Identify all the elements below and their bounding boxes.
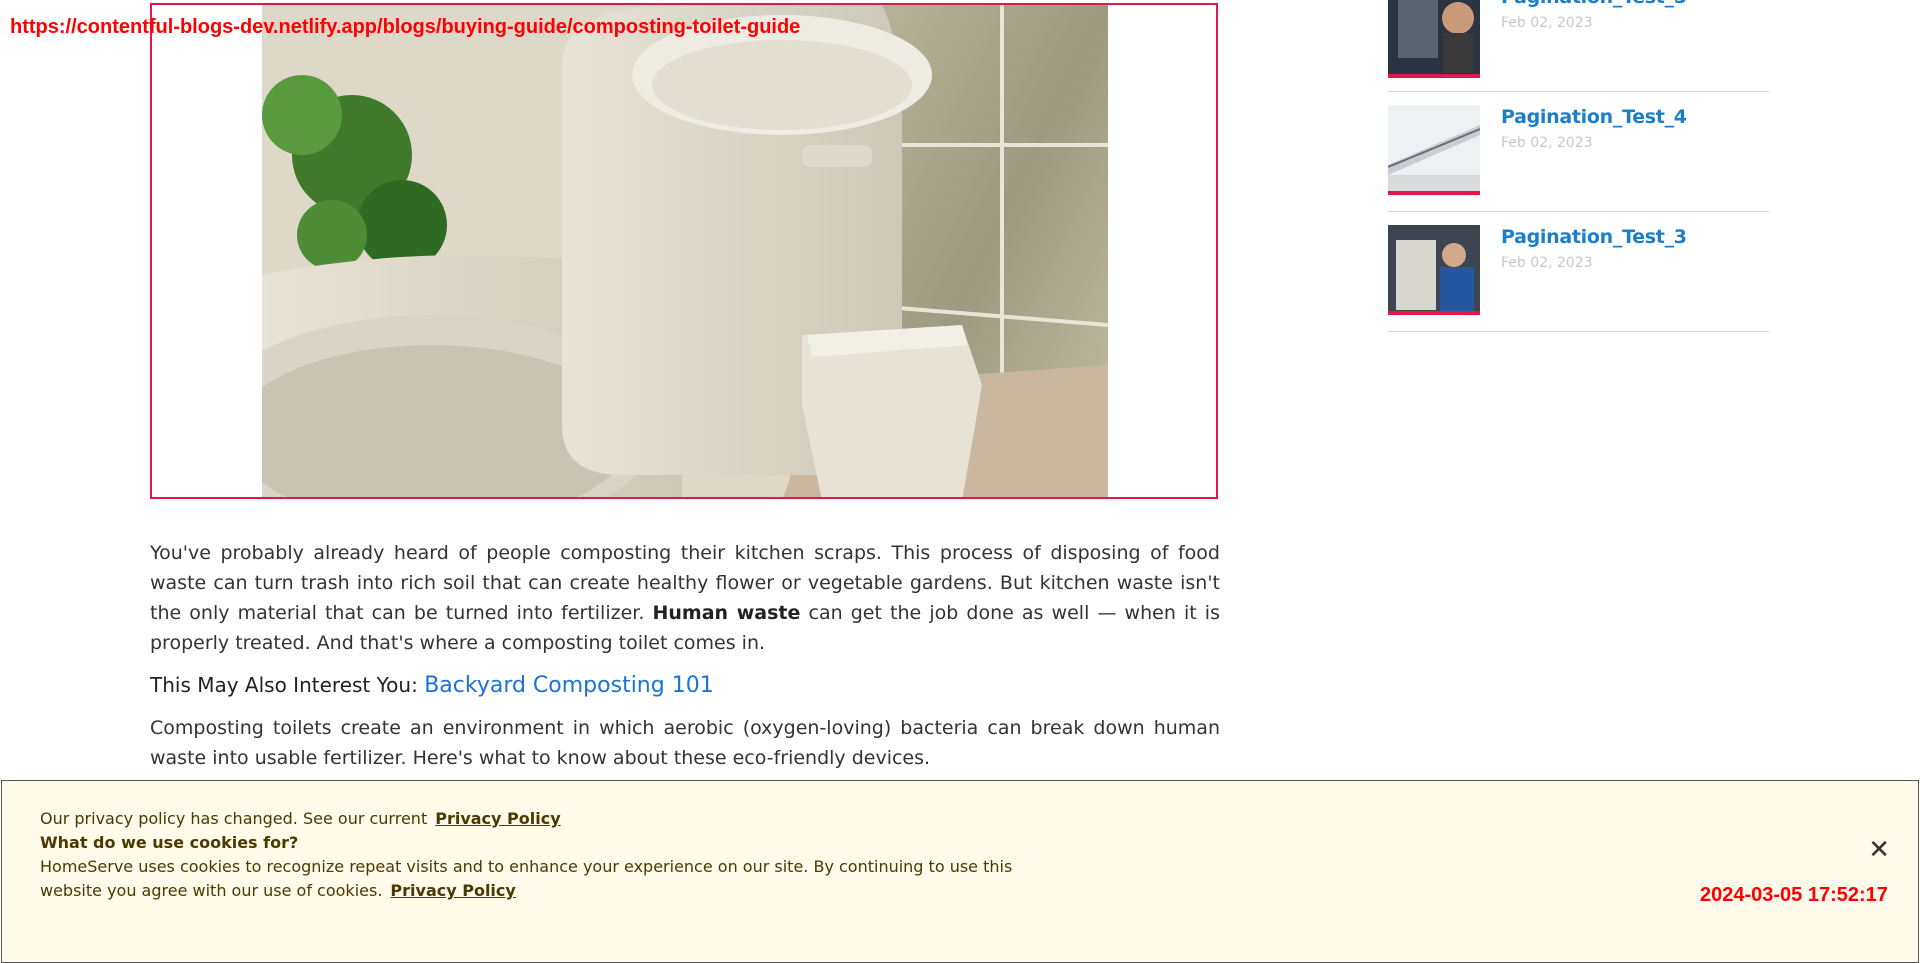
related-label: This May Also Interest You: [150, 673, 425, 697]
post-date: Feb 02, 2023 [1501, 15, 1593, 31]
cookie-banner: Our privacy policy has changed. See our … [1, 780, 1919, 963]
post-thumbnail[interactable] [1388, 105, 1480, 195]
related-article-link[interactable]: Backyard Composting 101 [424, 673, 714, 698]
timestamp-overlay: 2024-03-05 17:52:17 [1700, 884, 1888, 906]
post-date: Feb 02, 2023 [1501, 135, 1593, 151]
sidebar-post-item[interactable]: Pagination_Test_5 Feb 02, 2023 [1388, 0, 1770, 92]
post-title[interactable]: Pagination_Test_4 [1501, 106, 1687, 128]
post-title[interactable]: Pagination_Test_3 [1501, 226, 1687, 248]
close-icon[interactable]: ✕ [1868, 835, 1890, 865]
post-title[interactable]: Pagination_Test_5 [1501, 0, 1687, 8]
thumbnail-image [1388, 0, 1480, 74]
sidebar-post-item[interactable]: Pagination_Test_4 Feb 02, 2023 [1388, 92, 1770, 212]
article-paragraph-1: You've probably already heard of people … [150, 538, 1220, 658]
cookie-policy-line: Our privacy policy has changed. See our … [40, 807, 1030, 831]
article-body: You've probably already heard of people … [150, 538, 1220, 785]
thumbnail-image [1388, 105, 1480, 191]
cookie-content: Our privacy policy has changed. See our … [40, 807, 1030, 903]
url-overlay: https://contentful-blogs-dev.netlify.app… [10, 16, 801, 38]
privacy-policy-link[interactable]: Privacy Policy [435, 809, 560, 828]
sidebar-post-item[interactable]: Pagination_Test_3 Feb 02, 2023 [1388, 212, 1770, 332]
cookie-body: HomeServe uses cookies to recognize repe… [40, 855, 1030, 903]
bold-human-waste: Human waste [652, 602, 801, 624]
thumbnail-image [1388, 225, 1480, 311]
hero-image-frame [150, 3, 1218, 499]
article-paragraph-2: Composting toilets create an environment… [150, 717, 1220, 769]
related-article: This May Also Interest You: Backyard Com… [150, 670, 1220, 701]
cookie-body-text: HomeServe uses cookies to recognize repe… [40, 857, 1013, 900]
hero-image [262, 5, 1108, 497]
cookie-policy-text: Our privacy policy has changed. See our … [40, 809, 428, 828]
cookie-heading: What do we use cookies for? [40, 833, 299, 852]
sidebar-recent-posts: Pagination_Test_5 Feb 02, 2023 Paginatio… [1388, 0, 1770, 332]
privacy-policy-link-2[interactable]: Privacy Policy [390, 881, 515, 900]
post-date: Feb 02, 2023 [1501, 255, 1593, 271]
post-thumbnail[interactable] [1388, 225, 1480, 315]
post-thumbnail[interactable] [1388, 0, 1480, 78]
